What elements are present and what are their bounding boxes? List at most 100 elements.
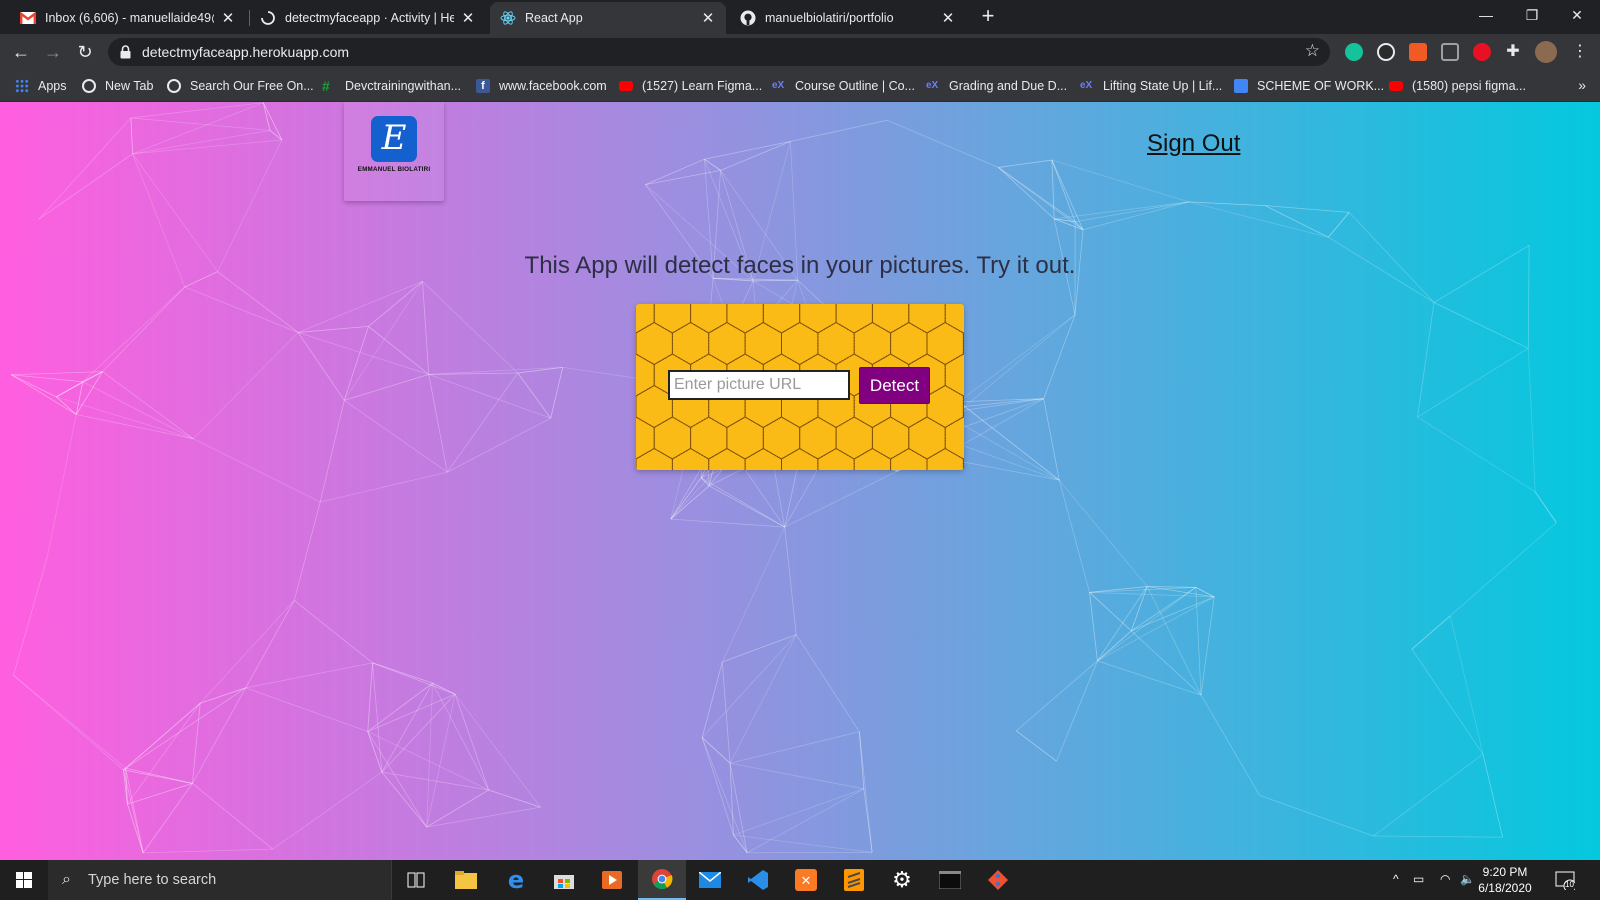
particle-link [784,470,897,528]
particle-link [720,141,791,171]
forward-icon[interactable]: → [40,39,66,65]
detect-button[interactable]: Detect [859,367,930,404]
particle-link [432,682,490,791]
git-icon[interactable] [974,860,1022,900]
media-player-icon[interactable] [588,860,636,900]
extensions-puzzle-icon[interactable]: ✚ [1500,39,1526,65]
task-view-icon[interactable] [392,860,440,900]
bookmark-apps[interactable]: Apps [15,77,67,95]
tab-react-app[interactable]: React App ✕ [490,2,726,34]
logo-card[interactable]: E EMMANUEL BIOLATIRI [344,102,444,201]
particle-link [1200,694,1261,796]
tab-gmail[interactable]: Inbox (6,606) - manuellaide49@g ✕ [10,2,246,34]
particle-link [127,703,201,805]
battery-icon[interactable]: ▭ [1413,872,1424,886]
close-tab-icon[interactable]: ✕ [940,9,956,27]
volume-icon[interactable]: 🔈 [1460,872,1475,886]
particle-link [344,399,448,473]
extension-fire-icon[interactable] [1409,43,1427,61]
bookmark-grading[interactable]: eX Grading and Due D... [926,77,1067,95]
extension-code-icon[interactable] [1441,43,1459,61]
particle-link [729,634,797,764]
particle-link [422,281,519,374]
bookmark-lifting-state[interactable]: eX Lifting State Up | Lif... [1080,77,1222,95]
honeycomb-cell [944,304,964,334]
menu-kebab-icon[interactable]: ⋮ [1567,39,1593,65]
back-icon[interactable]: ← [8,39,34,65]
logo-mark: E [371,116,417,162]
restore-icon[interactable]: ❐ [1509,0,1555,32]
bookmark-course-outline[interactable]: eX Course Outline | Co... [772,77,915,95]
reload-icon[interactable]: ↻ [72,39,98,65]
devc-icon: # [322,78,330,94]
avatar[interactable] [1535,41,1557,63]
grammarly-icon[interactable] [1345,43,1363,61]
system-clock[interactable]: 9:20 PM 6/18/2020 [1474,864,1536,896]
particle-link [708,485,785,528]
particle-link [1259,795,1374,837]
mask-extension-icon[interactable] [1377,43,1395,61]
bookmark-facebook[interactable]: f www.facebook.com [476,77,607,95]
particle-link [1188,201,1329,238]
close-tab-icon[interactable]: ✕ [700,9,716,27]
wifi-icon[interactable]: ◠ [1440,872,1450,886]
close-window-icon[interactable]: ✕ [1554,0,1600,32]
detect-form-panel: Detect [636,304,964,470]
svg-text:✕: ✕ [801,874,812,889]
particle-link [298,332,429,375]
particle-link [82,286,186,383]
bookmark-label: Search Our Free On... [190,79,314,93]
particle-link [245,600,295,689]
particle-link [1482,754,1503,838]
more-bookmarks-icon[interactable]: » [1578,77,1586,93]
chrome-icon[interactable] [638,860,686,900]
sublime-icon[interactable] [830,860,878,900]
settings-icon[interactable]: ⚙ [878,860,926,900]
edge-icon[interactable]: e [492,860,540,900]
bookmark-pepsi-figma[interactable]: (1580) pepsi figma... [1389,77,1526,95]
xampp-icon[interactable]: ✕ [782,860,830,900]
search-icon: ⌕ [62,871,71,888]
close-tab-icon[interactable]: ✕ [460,9,476,27]
particle-link [297,281,423,333]
github-icon [740,10,756,26]
store-icon[interactable] [540,860,588,900]
honeycomb-cell [636,447,673,470]
bookmark-learn-figma[interactable]: (1527) Learn Figma... [619,77,762,95]
particles-background [10,102,1557,854]
picture-url-input[interactable] [668,370,850,400]
particle-link [704,141,791,160]
file-explorer-icon[interactable] [442,860,490,900]
particle-link [1056,660,1098,762]
mail-icon[interactable] [686,860,734,900]
taskbar-search-box[interactable]: ⌕ Type here to search [48,860,392,900]
honeycomb-cell [781,321,819,366]
tab-heroku-activity[interactable]: detectmyfaceapp · Activity | Hero ✕ [250,2,486,34]
particle-link [319,400,345,503]
particle-link [1411,615,1451,650]
particle-link [998,167,1055,220]
bookmark-new-tab[interactable]: New Tab [82,77,153,95]
vscode-icon[interactable] [734,860,782,900]
honeycomb-cell [653,416,692,460]
address-bar[interactable]: detectmyfaceapp.herokuapp.com ☆ [108,38,1330,66]
new-tab-button[interactable]: + [975,4,1001,30]
adblock-icon[interactable] [1473,43,1491,61]
particle-link [1131,630,1202,696]
tab-github-portfolio[interactable]: manuelbiolatiri/portfolio ✕ [730,2,966,34]
bookmark-search-free[interactable]: Search Our Free On... [167,77,314,95]
windows-start-icon[interactable] [0,860,48,900]
sign-out-link[interactable]: Sign Out [1147,130,1240,158]
notifications-icon[interactable]: 10 [1555,870,1577,893]
bookmark-scheme-of-work[interactable]: SCHEME OF WORK... [1234,77,1384,95]
bookmark-devc[interactable]: # Devctrainingwithan... [322,77,461,95]
show-hidden-icons-icon[interactable]: ^ [1393,872,1399,886]
close-tab-icon[interactable]: ✕ [220,9,236,27]
particle-link [123,702,201,771]
minimize-icon[interactable]: — [1463,0,1509,32]
bookmark-star-icon[interactable]: ☆ [1305,41,1320,61]
particle-link [46,414,77,558]
tab-title: React App [525,11,583,25]
facebook-icon: f [476,79,490,93]
terminal-icon[interactable] [926,860,974,900]
